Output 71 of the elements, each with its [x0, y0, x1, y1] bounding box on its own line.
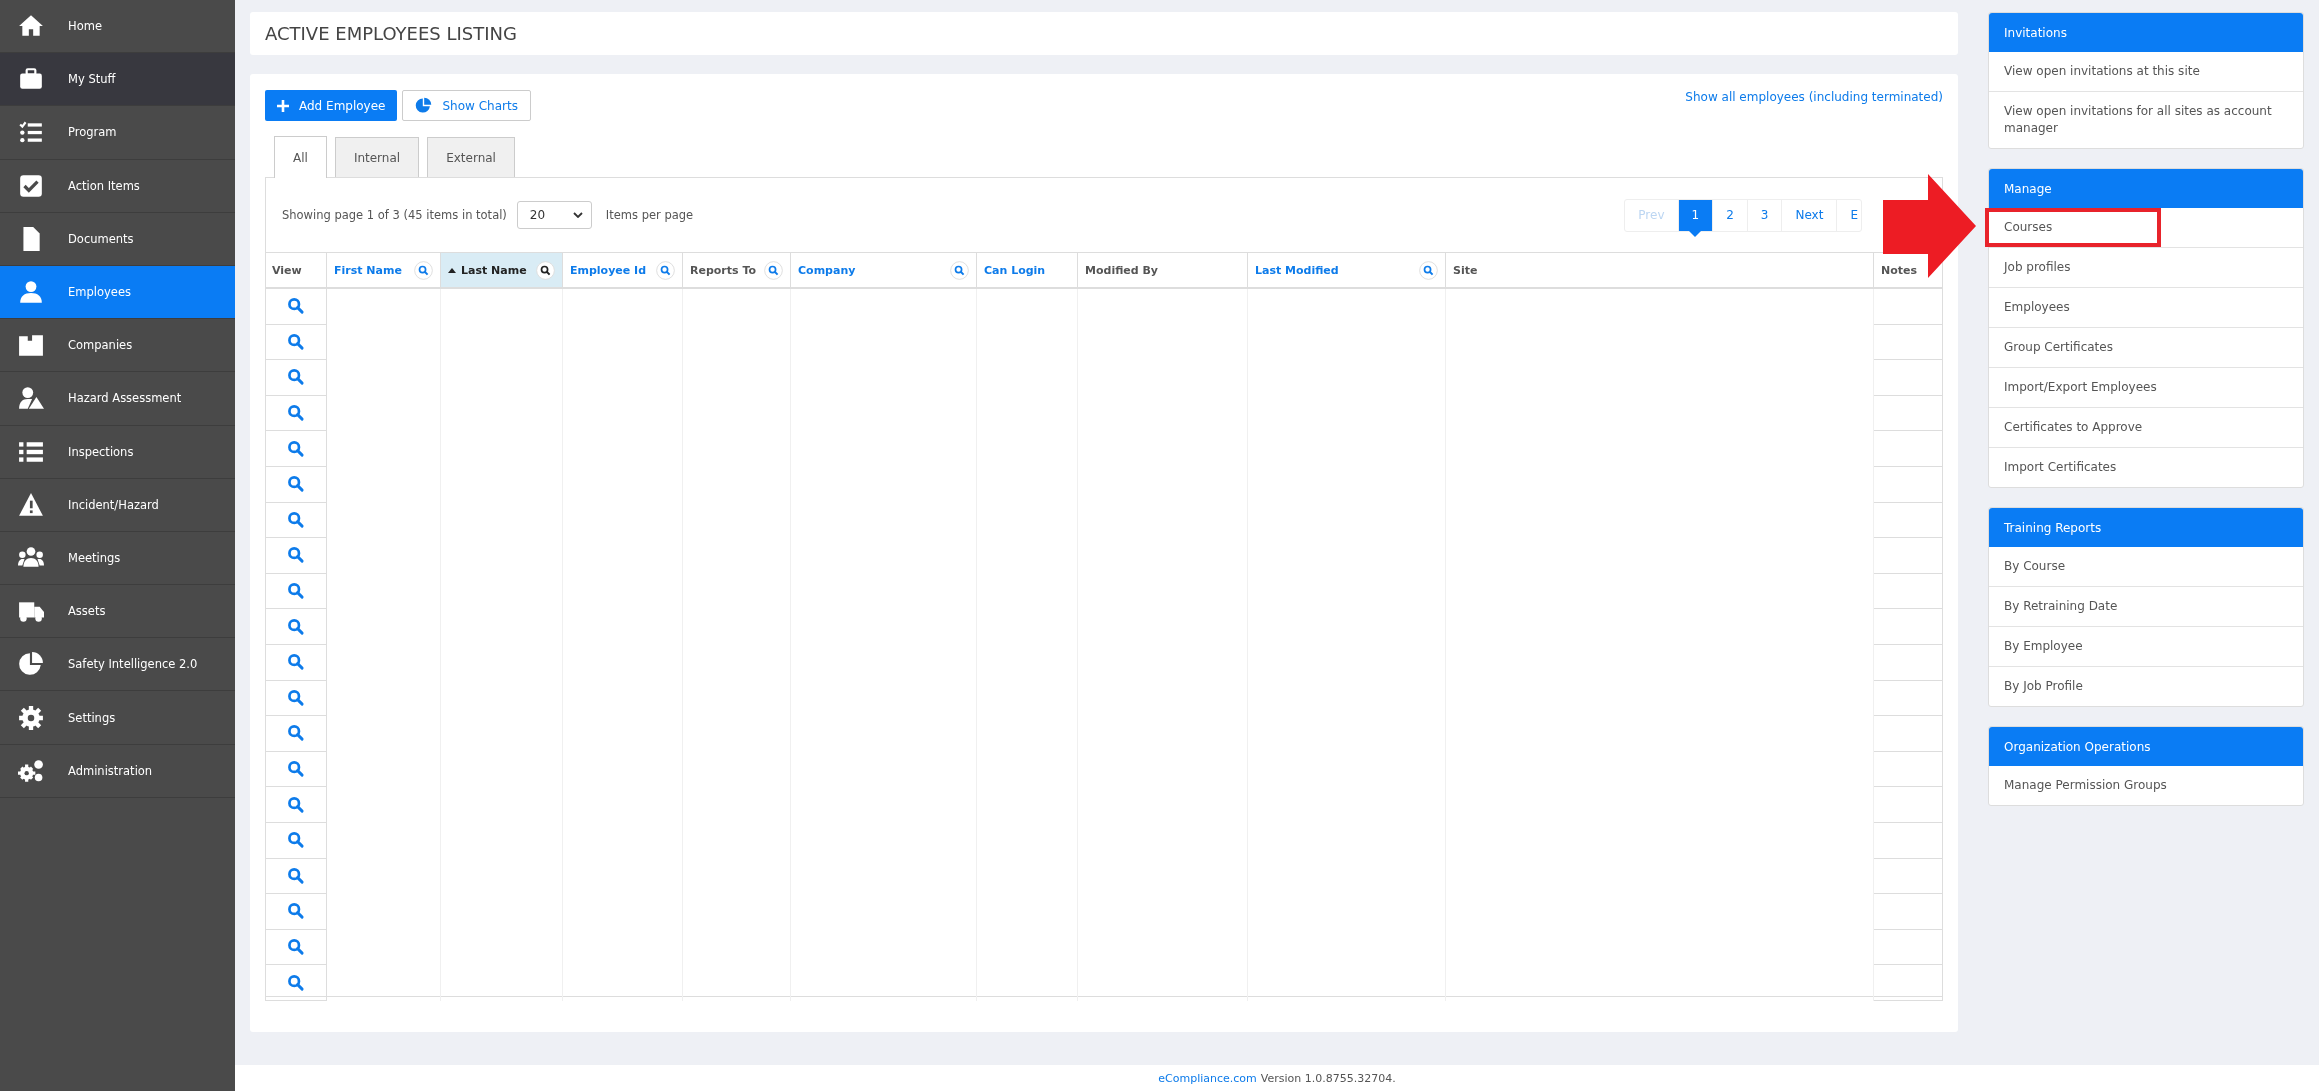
sidebar-item[interactable]: Assets	[0, 585, 235, 639]
panel-link[interactable]: Employees	[1989, 287, 2303, 327]
show-all-link[interactable]: Show all employees (including terminated)	[1685, 90, 1943, 104]
active-page-pointer	[1689, 230, 1702, 237]
sidebar-item[interactable]: Inspections	[0, 425, 235, 479]
panel-link[interactable]: Manage Permission Groups	[1989, 766, 2303, 805]
panel-link[interactable]: Import/Export Employees	[1989, 367, 2303, 407]
column-header[interactable]: First Name	[327, 253, 441, 287]
panel-header: Training Reports	[1989, 508, 2303, 547]
panel-link[interactable]: By Employee	[1989, 626, 2303, 666]
panel-link[interactable]: By Course	[1989, 547, 2303, 586]
sidebar-item[interactable]: My Stuff	[0, 53, 235, 107]
panel-link[interactable]: Group Certificates	[1989, 327, 2303, 367]
column-header: View	[265, 253, 327, 287]
sidebar-item[interactable]: Administration	[0, 744, 235, 798]
panel-link[interactable]: By Job Profile	[1989, 666, 2303, 706]
column-header: Site	[1446, 253, 1874, 287]
add-employee-button[interactable]: Add Employee	[265, 90, 398, 121]
page-button[interactable]: 2	[1712, 199, 1747, 231]
sidebar-item[interactable]: Safety Intelligence 2.0	[0, 638, 235, 692]
chevron-down-icon	[572, 212, 583, 218]
tab[interactable]: All	[274, 136, 327, 178]
show-charts-button[interactable]: Show Charts	[402, 90, 531, 121]
sidebar-item[interactable]: Incident/Hazard	[0, 478, 235, 532]
sort-ascending-icon	[448, 267, 456, 273]
search-icon[interactable]	[536, 260, 555, 280]
pie-chart-icon	[415, 97, 433, 114]
gears-icon	[18, 757, 44, 784]
column-header[interactable]: Last Name	[441, 253, 563, 287]
panel-link[interactable]: By Retraining Date	[1989, 586, 2303, 626]
tab[interactable]: Internal	[334, 137, 420, 177]
panel-header: Invitations	[1989, 13, 2303, 52]
column-header: Reports To	[683, 253, 791, 287]
pie-chart-icon	[18, 651, 44, 678]
sidebar-item[interactable]: Action Items	[0, 159, 235, 213]
sidebar-item[interactable]: Hazard Assessment	[0, 372, 235, 426]
column-header[interactable]: Can Login	[977, 253, 1078, 287]
panel-link[interactable]: Courses	[1985, 208, 2161, 247]
panel-link[interactable]: View open invitations for all sites as account manager	[1989, 91, 2303, 148]
person-warning-icon	[18, 385, 44, 412]
tab[interactable]: External	[427, 137, 515, 177]
footer-link[interactable]: eCompliance.com	[1158, 1071, 1257, 1085]
sidebar-item[interactable]: Companies	[0, 319, 235, 373]
panel-header: Manage	[1989, 169, 2303, 208]
version-text: Version 1.0.8755.32704.	[1260, 1071, 1396, 1085]
column-header[interactable]: Company	[791, 253, 977, 287]
settings-icon	[18, 704, 44, 731]
person-icon	[18, 279, 44, 306]
column-header[interactable]: Employee Id	[563, 253, 683, 287]
panel-link[interactable]: Job profiles	[1989, 247, 2303, 287]
sidebar-item[interactable]: Program	[0, 106, 235, 160]
warning-icon	[18, 491, 44, 518]
checkbox-icon	[18, 172, 44, 199]
sidebar-item[interactable]: Documents	[0, 212, 235, 266]
sidebar-item[interactable]: Settings	[0, 691, 235, 745]
page-size-select[interactable]: 20	[516, 201, 592, 229]
plus-icon	[277, 99, 289, 112]
column-header[interactable]: Last Modified	[1248, 253, 1446, 287]
page-button[interactable]: E	[1836, 199, 1861, 231]
page-button[interactable]: 3	[1746, 199, 1782, 231]
panel-link[interactable]: Certificates to Approve	[1989, 407, 2303, 447]
panel-link[interactable]: View open invitations at this site	[1989, 52, 2303, 91]
page-title: ACTIVE EMPLOYEES LISTING	[265, 23, 517, 44]
panel-header: Organization Operations	[1989, 727, 2303, 766]
panel-link[interactable]: Import Certificates	[1989, 447, 2303, 487]
sidebar-item[interactable]: Meetings	[0, 531, 235, 586]
sidebar-item[interactable]: Employees	[0, 265, 235, 320]
column-header: Modified By	[1078, 253, 1248, 287]
paging-summary: Showing page 1 of 3 (45 items in total)	[282, 208, 507, 222]
page-button[interactable]: Next	[1781, 199, 1837, 231]
page-size-label: Items per page	[605, 208, 694, 222]
